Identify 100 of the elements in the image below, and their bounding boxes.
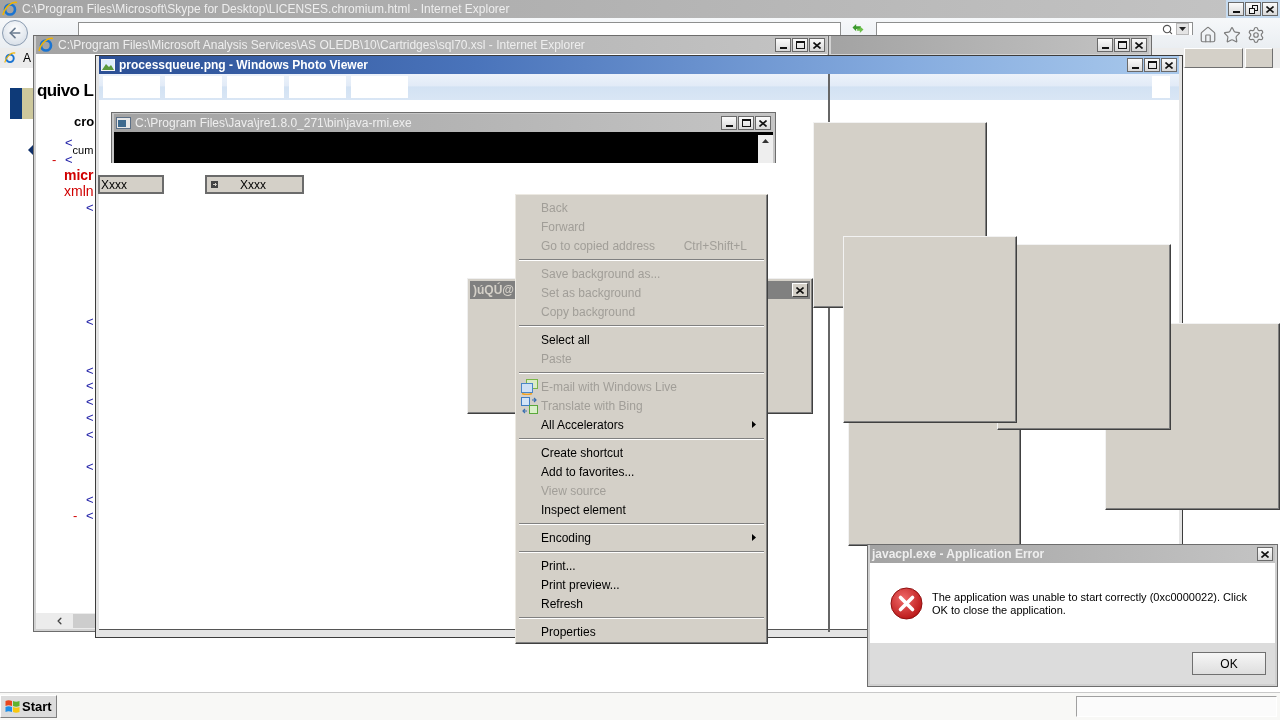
menu-item[interactable]: Create shortcut (518, 443, 765, 462)
minimize-icon (725, 125, 733, 127)
menu-item[interactable]: Refresh (518, 594, 765, 613)
maximize-icon (741, 119, 751, 127)
search-icon (1162, 23, 1173, 35)
start-button[interactable]: Start (0, 695, 57, 718)
menu-item[interactable]: Add to favorites... (518, 462, 765, 481)
tag-bracket: < (86, 394, 94, 410)
tag-bracket: < (86, 492, 94, 508)
maximize-button[interactable] (1114, 38, 1130, 52)
search-field[interactable] (876, 22, 1193, 35)
tag-bracket: < (86, 200, 94, 216)
maximize-button[interactable] (738, 116, 754, 130)
back-button[interactable] (2, 20, 28, 46)
minimize-button[interactable] (1097, 38, 1113, 52)
floating-button[interactable]: Xxxx (98, 175, 164, 194)
close-icon (759, 119, 767, 127)
maximize-icon (1147, 61, 1157, 69)
menu-item[interactable]: Print preview... (518, 575, 765, 594)
floating-button[interactable]: Xxxx (205, 175, 304, 194)
ring-logo-icon (4, 50, 16, 66)
blank-tab[interactable] (1245, 48, 1273, 68)
picture-icon (101, 59, 115, 71)
window-title: C:\Program Files\Java\jre1.8.0_271\bin\java-rmi.exe (135, 116, 412, 130)
menu-item[interactable]: Inspect element (518, 500, 765, 519)
small-square-icon (211, 181, 218, 188)
home-icon[interactable] (1199, 26, 1217, 44)
refresh-arrows-icon (851, 23, 865, 34)
dropdown-button[interactable] (1176, 23, 1189, 35)
address-field[interactable] (78, 22, 841, 35)
close-icon (1266, 5, 1274, 13)
tag-bracket: < (65, 152, 73, 168)
banner-graphic (10, 88, 33, 119)
page-subheading: cro (74, 114, 95, 130)
menu-item[interactable]: Properties (518, 622, 765, 641)
maximize-button[interactable] (792, 38, 808, 52)
close-icon (796, 286, 804, 294)
menu-item[interactable]: Encoding (518, 528, 765, 547)
vertical-scrollbar[interactable] (758, 135, 773, 163)
maximize-icon (795, 41, 805, 49)
error-message: The application was unable to start correctly (0xc0000022). Click OK to close the application. (932, 591, 1248, 617)
minimize-button[interactable] (1127, 58, 1143, 72)
close-button[interactable] (755, 116, 771, 130)
window-title: processqueue.png - Windows Photo Viewer (119, 58, 369, 72)
two-tiles-icon (520, 397, 538, 414)
caret-up-icon (762, 139, 769, 143)
caret-icon (1179, 27, 1186, 31)
close-icon (1261, 550, 1269, 558)
error-icon (890, 587, 923, 620)
console-icon (116, 117, 131, 129)
ok-button[interactable]: OK (1192, 652, 1266, 675)
close-icon (1135, 41, 1143, 49)
blank-tab[interactable] (1184, 48, 1243, 68)
window-title: javacpl.exe - Application Error (872, 547, 1045, 561)
ring-logo-icon (2, 1, 18, 17)
minimize-button[interactable] (1228, 2, 1244, 16)
tag-bracket: < (65, 135, 73, 151)
maximize-icon (1117, 41, 1127, 49)
settings-icon[interactable] (1247, 26, 1265, 44)
window-title: )úQÚ@ (473, 283, 515, 297)
collapse-toggle[interactable]: - (52, 152, 57, 168)
close-button[interactable] (809, 38, 825, 52)
caret-right-icon (752, 534, 756, 541)
menu-item[interactable]: All Accelerators (518, 415, 765, 434)
close-button[interactable] (1161, 58, 1177, 72)
menu-item[interactable]: Select all (518, 330, 765, 349)
collapse-toggle[interactable]: - (73, 508, 78, 524)
tag-bracket: < (86, 314, 94, 330)
tag-bracket: < (86, 378, 94, 394)
tag-bracket: < (86, 459, 94, 475)
close-icon (1165, 61, 1173, 69)
minimize-icon (1232, 11, 1240, 13)
tag-bracket: < (86, 363, 94, 379)
element-name: micr (64, 167, 94, 183)
stacked-windows-icon (520, 378, 538, 395)
restore-button[interactable] (1245, 2, 1261, 16)
close-icon (813, 41, 821, 49)
node-text: cum (72, 144, 94, 157)
close-button[interactable] (1262, 2, 1278, 16)
tag-bracket: < (86, 410, 94, 426)
restore-icon (1248, 4, 1258, 14)
close-button[interactable] (1131, 38, 1147, 52)
scrollbar-thumb[interactable] (73, 614, 95, 628)
ring-logo-icon (38, 37, 54, 53)
close-button[interactable] (1257, 547, 1273, 561)
minimize-button[interactable] (721, 116, 737, 130)
favorites-link[interactable]: A (0, 48, 31, 68)
attribute-name: xmln (64, 183, 94, 199)
caret-right-icon (752, 421, 756, 428)
triangle-icon (28, 145, 33, 155)
horizontal-scrollbar[interactable] (36, 613, 95, 629)
flag-icon (5, 699, 20, 714)
tag-bracket: < (86, 427, 94, 443)
star-icon[interactable] (1223, 26, 1241, 44)
menu-item[interactable]: Print... (518, 556, 765, 575)
page-heading: quivo L (37, 80, 94, 102)
window-title: C:\Program Files\Microsoft\Skype for Desktop\LICENSES.chromium.html - Internet Explorer (22, 2, 510, 16)
tag-bracket: < (86, 508, 94, 524)
maximize-button[interactable] (1144, 58, 1160, 72)
minimize-button[interactable] (775, 38, 791, 52)
